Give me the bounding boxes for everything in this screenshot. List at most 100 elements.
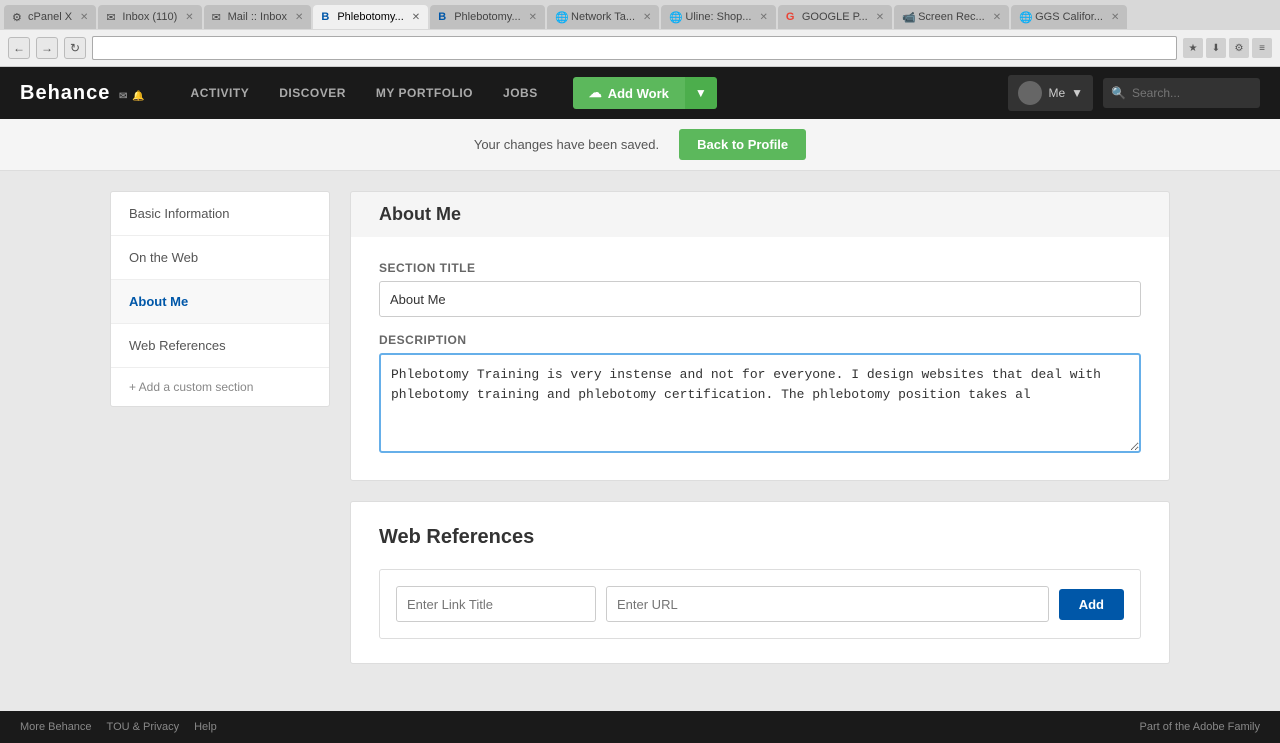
tab-close[interactable]: ✕: [529, 12, 537, 23]
browser-chrome: ⚙ cPanel X ✕ ✉ Inbox (110) ✕ ✉ Mail :: I…: [0, 0, 1280, 67]
forward-button[interactable]: →: [36, 37, 58, 59]
back-to-profile-button[interactable]: Back to Profile: [679, 129, 806, 160]
tab-favicon: 🌐: [555, 11, 567, 23]
tab-favicon: ✉: [106, 11, 118, 23]
chevron-down-icon: ▼: [1071, 86, 1083, 100]
tab-label: GOOGLE P...: [802, 11, 868, 23]
description-textarea[interactable]: Phlebotomy Training is very instense and…: [379, 353, 1141, 453]
save-message: Your changes have been saved.: [474, 137, 659, 152]
tab-close[interactable]: ✕: [759, 12, 767, 23]
tab-bar: ⚙ cPanel X ✕ ✉ Inbox (110) ✕ ✉ Mail :: I…: [0, 0, 1280, 30]
sidebar-card: Basic Information On the Web About Me We…: [110, 191, 330, 407]
about-me-section-header: About Me: [350, 191, 1170, 237]
tab-favicon: ✉: [212, 11, 224, 23]
tab-network[interactable]: 🌐 Network Ta... ✕: [547, 5, 659, 29]
nav-activity[interactable]: ACTIVITY: [176, 67, 265, 119]
about-me-section-body: Section Title Description Phlebotomy Tra…: [350, 237, 1170, 481]
link-title-input[interactable]: [396, 586, 596, 622]
sidebar-item-web-references[interactable]: Web References: [111, 324, 329, 368]
search-icon: 🔍: [1111, 86, 1126, 100]
add-work-dropdown-button[interactable]: ▼: [685, 77, 717, 109]
add-work-button[interactable]: ☁ Add Work: [573, 77, 685, 109]
search-input[interactable]: [1132, 86, 1252, 100]
user-avatar: [1018, 81, 1042, 105]
save-notification-bar: Your changes have been saved. Back to Pr…: [0, 119, 1280, 171]
main-nav: ACTIVITY DISCOVER MY PORTFOLIO JOBS: [176, 67, 553, 119]
adobe-family-text: Part of the Adobe Family: [1140, 721, 1260, 733]
tab-close[interactable]: ✕: [412, 12, 420, 23]
address-bar-row: ← → ↻ https://www.behance.net/phlebotomy…: [0, 30, 1280, 66]
menu-icon[interactable]: ≡: [1252, 38, 1272, 58]
main-content: Basic Information On the Web About Me We…: [90, 171, 1190, 711]
address-input[interactable]: https://www.behance.net/phlebotomydesign…: [92, 36, 1177, 60]
tab-label: GGS Califor...: [1035, 11, 1103, 23]
tab-google[interactable]: G GOOGLE P... ✕: [778, 5, 892, 29]
sidebar-item-basic-info[interactable]: Basic Information: [111, 192, 329, 236]
tab-close[interactable]: ✕: [993, 12, 1001, 23]
sidebar-item-about-me[interactable]: About Me: [111, 280, 329, 324]
app-header: Behance ✉ 🔔 ACTIVITY DISCOVER MY PORTFOL…: [0, 67, 1280, 119]
logo-notification: ✉ 🔔: [119, 91, 146, 102]
refresh-button[interactable]: ↻: [64, 37, 86, 59]
tab-behance-active[interactable]: B Phlebotomy... ✕: [313, 5, 428, 29]
web-references-title: Web References: [379, 526, 1141, 549]
search-box[interactable]: 🔍: [1103, 78, 1260, 108]
tab-favicon: G: [786, 11, 798, 23]
tab-label: Network Ta...: [571, 11, 635, 23]
extensions-icon[interactable]: ⚙: [1229, 38, 1249, 58]
tab-favicon: 🌐: [1019, 11, 1031, 23]
description-label: Description: [379, 333, 1141, 347]
add-reference-button[interactable]: Add: [1059, 589, 1124, 620]
tab-behance2[interactable]: B Phlebotomy... ✕: [430, 5, 545, 29]
url-input[interactable]: [606, 586, 1049, 622]
tab-favicon: B: [321, 11, 333, 23]
right-panel: About Me Section Title Description Phleb…: [350, 191, 1170, 691]
tab-label: cPanel X: [28, 11, 72, 23]
tab-label: Uline: Shop...: [685, 11, 751, 23]
tab-label: Mail :: Inbox: [228, 11, 287, 23]
browser-icons: ★ ⬇ ⚙ ≡: [1183, 38, 1272, 58]
tab-cpanel[interactable]: ⚙ cPanel X ✕: [4, 5, 96, 29]
web-ref-form: Add: [379, 569, 1141, 639]
tab-favicon: B: [438, 11, 450, 23]
section-title-label: Section Title: [379, 261, 1141, 275]
tab-ggs[interactable]: 🌐 GGS Califor... ✕: [1011, 5, 1127, 29]
nav-discover[interactable]: DISCOVER: [264, 67, 361, 119]
tab-favicon: 📹: [902, 11, 914, 23]
tab-favicon: 🌐: [669, 11, 681, 23]
footer-help[interactable]: Help: [194, 721, 217, 733]
me-menu-button[interactable]: Me ▼: [1008, 75, 1093, 111]
footer-tou[interactable]: TOU & Privacy: [107, 721, 180, 733]
bookmark-icon[interactable]: ★: [1183, 38, 1203, 58]
header-right: Me ▼ 🔍: [1008, 75, 1260, 111]
app-footer: More Behance TOU & Privacy Help Part of …: [0, 711, 1280, 743]
back-button[interactable]: ←: [8, 37, 30, 59]
footer-links: More Behance TOU & Privacy Help: [20, 721, 217, 733]
add-work-group: ☁ Add Work ▼: [573, 77, 717, 109]
behance-logo[interactable]: Behance ✉ 🔔: [20, 82, 146, 105]
tab-close[interactable]: ✕: [643, 12, 651, 23]
tab-close[interactable]: ✕: [185, 12, 193, 23]
upload-icon: ☁: [589, 85, 602, 101]
sidebar: Basic Information On the Web About Me We…: [110, 191, 330, 691]
about-me-section: About Me Section Title Description Phleb…: [350, 191, 1170, 481]
tab-inbox[interactable]: ✉ Inbox (110) ✕: [98, 5, 201, 29]
tab-label: Phlebotomy...: [454, 11, 520, 23]
section-title-input[interactable]: [379, 281, 1141, 317]
tab-close[interactable]: ✕: [1111, 12, 1119, 23]
tab-close[interactable]: ✕: [876, 12, 884, 23]
footer-more-behance[interactable]: More Behance: [20, 721, 92, 733]
nav-jobs[interactable]: JOBS: [488, 67, 553, 119]
web-references-section: Web References Add: [350, 501, 1170, 664]
tab-mail[interactable]: ✉ Mail :: Inbox ✕: [204, 5, 312, 29]
tab-close[interactable]: ✕: [295, 12, 303, 23]
tab-uline[interactable]: 🌐 Uline: Shop... ✕: [661, 5, 775, 29]
sidebar-item-on-the-web[interactable]: On the Web: [111, 236, 329, 280]
download-icon[interactable]: ⬇: [1206, 38, 1226, 58]
tab-favicon: ⚙: [12, 11, 24, 23]
nav-portfolio[interactable]: MY PORTFOLIO: [361, 67, 488, 119]
tab-close[interactable]: ✕: [80, 12, 88, 23]
add-custom-section-button[interactable]: + Add a custom section: [111, 368, 329, 406]
tab-label: Inbox (110): [122, 11, 177, 23]
tab-screen-rec[interactable]: 📹 Screen Rec... ✕: [894, 5, 1009, 29]
